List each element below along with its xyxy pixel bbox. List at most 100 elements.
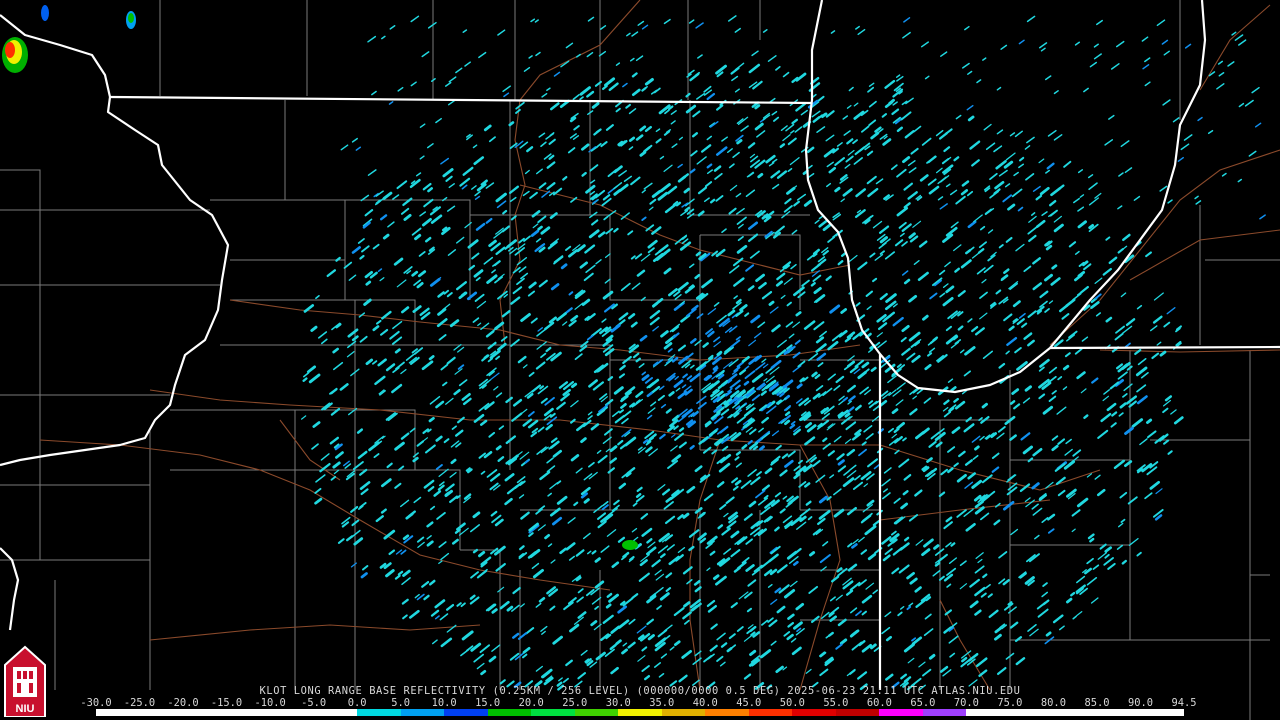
- echo-streak: [659, 155, 665, 160]
- echo-streak: [577, 611, 587, 619]
- echo-streak: [1090, 597, 1099, 604]
- echo-streak: [947, 467, 954, 474]
- echo-streak: [589, 164, 599, 172]
- echo-streak: [779, 143, 786, 149]
- echo-streak: [690, 338, 697, 344]
- colorbar-segment: [487, 709, 532, 716]
- echo-streak: [865, 582, 875, 590]
- echo-streak: [1018, 156, 1025, 162]
- echo-streak: [782, 134, 791, 142]
- echo-streak: [654, 569, 662, 576]
- echo-streak: [607, 467, 616, 474]
- echo-streak: [1136, 551, 1142, 557]
- echo-streak: [1047, 528, 1055, 534]
- echo-streak: [1251, 86, 1260, 94]
- echo-streak: [1133, 195, 1141, 201]
- echo-streak: [826, 161, 834, 168]
- echo-streak: [350, 506, 359, 513]
- echo-streak: [436, 511, 446, 520]
- echo-streak: [713, 574, 720, 580]
- echo-streak: [549, 102, 560, 111]
- echo-streak: [710, 623, 718, 630]
- echo-streak: [1140, 371, 1149, 379]
- echo-streak: [974, 327, 985, 336]
- echo-streak: [967, 472, 977, 480]
- echo-streak: [798, 459, 803, 464]
- echo-streak: [488, 239, 497, 248]
- echo-streak: [847, 563, 858, 572]
- echo-streak: [854, 474, 861, 481]
- echo-streak: [1124, 426, 1134, 435]
- echo-streak: [1077, 220, 1087, 229]
- echo-streak: [1066, 488, 1077, 498]
- echo-streak: [748, 63, 761, 74]
- echo-streak: [613, 499, 620, 506]
- echo-streak: [872, 520, 880, 527]
- echo-streak: [553, 71, 561, 77]
- echo-streak: [1139, 438, 1148, 446]
- echo-streak: [1053, 134, 1063, 141]
- echo-streak: [483, 450, 493, 459]
- echo-streak: [1162, 407, 1169, 414]
- echo-streak: [343, 261, 353, 269]
- echo-streak: [908, 331, 921, 342]
- echo-streak: [552, 449, 562, 458]
- echo-streak: [646, 391, 653, 398]
- echo-streak: [822, 437, 828, 443]
- echo-streak: [538, 279, 548, 288]
- echo-streak: [726, 647, 733, 653]
- echo-streak: [790, 637, 797, 643]
- echo-streak: [310, 325, 318, 332]
- echo-streak: [974, 565, 985, 574]
- echo-streak: [1074, 250, 1080, 255]
- echo-streak: [806, 424, 817, 433]
- echo-streak: [804, 482, 811, 488]
- echo-streak: [761, 358, 767, 363]
- echo-streak: [749, 649, 757, 656]
- echo-streak: [332, 347, 339, 354]
- echo-streak: [903, 643, 915, 653]
- echo-streak: [462, 166, 474, 176]
- colorbar-label: 25.0: [562, 697, 588, 709]
- echo-streak: [932, 569, 941, 577]
- echo-streak: [818, 215, 824, 220]
- echo-streak: [609, 457, 618, 464]
- echo-streak: [624, 436, 637, 447]
- echo-streak: [863, 483, 869, 488]
- echo-streak: [928, 185, 940, 195]
- echo-streak: [1105, 316, 1113, 323]
- echo-streak: [1053, 223, 1064, 233]
- echo-streak: [884, 548, 893, 555]
- echo-streak: [935, 441, 943, 448]
- echo-streak: [943, 521, 953, 530]
- echo-streak: [360, 572, 368, 579]
- echo-streak: [875, 178, 884, 185]
- echo-streak: [698, 511, 706, 518]
- echo-streak: [392, 194, 400, 200]
- colorbar-label: 94.5: [1171, 697, 1197, 709]
- echo-streak: [613, 386, 624, 395]
- echo-streak: [1076, 575, 1086, 584]
- echo-streak: [548, 138, 556, 145]
- echo-streak: [644, 125, 652, 133]
- echo-streak: [670, 110, 677, 115]
- echo-streak: [1184, 43, 1192, 49]
- echo-streak: [1074, 348, 1083, 355]
- echo-streak: [787, 621, 795, 628]
- echo-streak: [617, 536, 626, 543]
- echo-streak: [656, 605, 662, 610]
- echo-streak: [700, 144, 712, 153]
- echo-streak: [1048, 300, 1054, 304]
- echo-streak: [1104, 139, 1114, 146]
- echo-streak: [485, 217, 493, 224]
- echo-streak: [675, 201, 682, 207]
- echo-streak: [546, 182, 556, 190]
- echo-streak: [1094, 474, 1101, 480]
- echo-streak: [360, 488, 369, 496]
- echo-streak: [663, 342, 673, 350]
- echo-streak: [667, 348, 673, 353]
- echo-streak: [649, 316, 660, 326]
- echo-streak: [357, 450, 368, 460]
- echo-streak: [872, 589, 879, 595]
- colorbar-segment: [1140, 709, 1185, 716]
